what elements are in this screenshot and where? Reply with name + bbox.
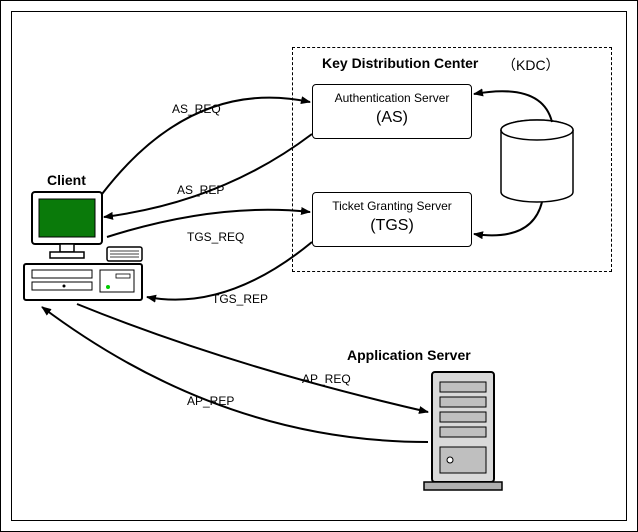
client-computer-icon	[24, 192, 142, 300]
arrow-as-rep	[104, 134, 312, 217]
app-server-icon	[424, 372, 502, 490]
arrow-ap-rep	[42, 307, 428, 442]
arrow-as-req	[102, 98, 310, 194]
arrow-tgs-req	[107, 210, 310, 237]
database-icon	[501, 120, 573, 202]
arrow-ap-req	[77, 304, 428, 412]
svg-overlay	[12, 12, 628, 522]
arrow-db-tgs	[474, 202, 542, 235]
arrow-tgs-rep	[147, 242, 312, 300]
diagram-canvas: Key Distribution Center （KDC） Authentica…	[0, 0, 638, 532]
inner-frame: Key Distribution Center （KDC） Authentica…	[11, 11, 627, 521]
arrow-db-as	[474, 91, 552, 122]
